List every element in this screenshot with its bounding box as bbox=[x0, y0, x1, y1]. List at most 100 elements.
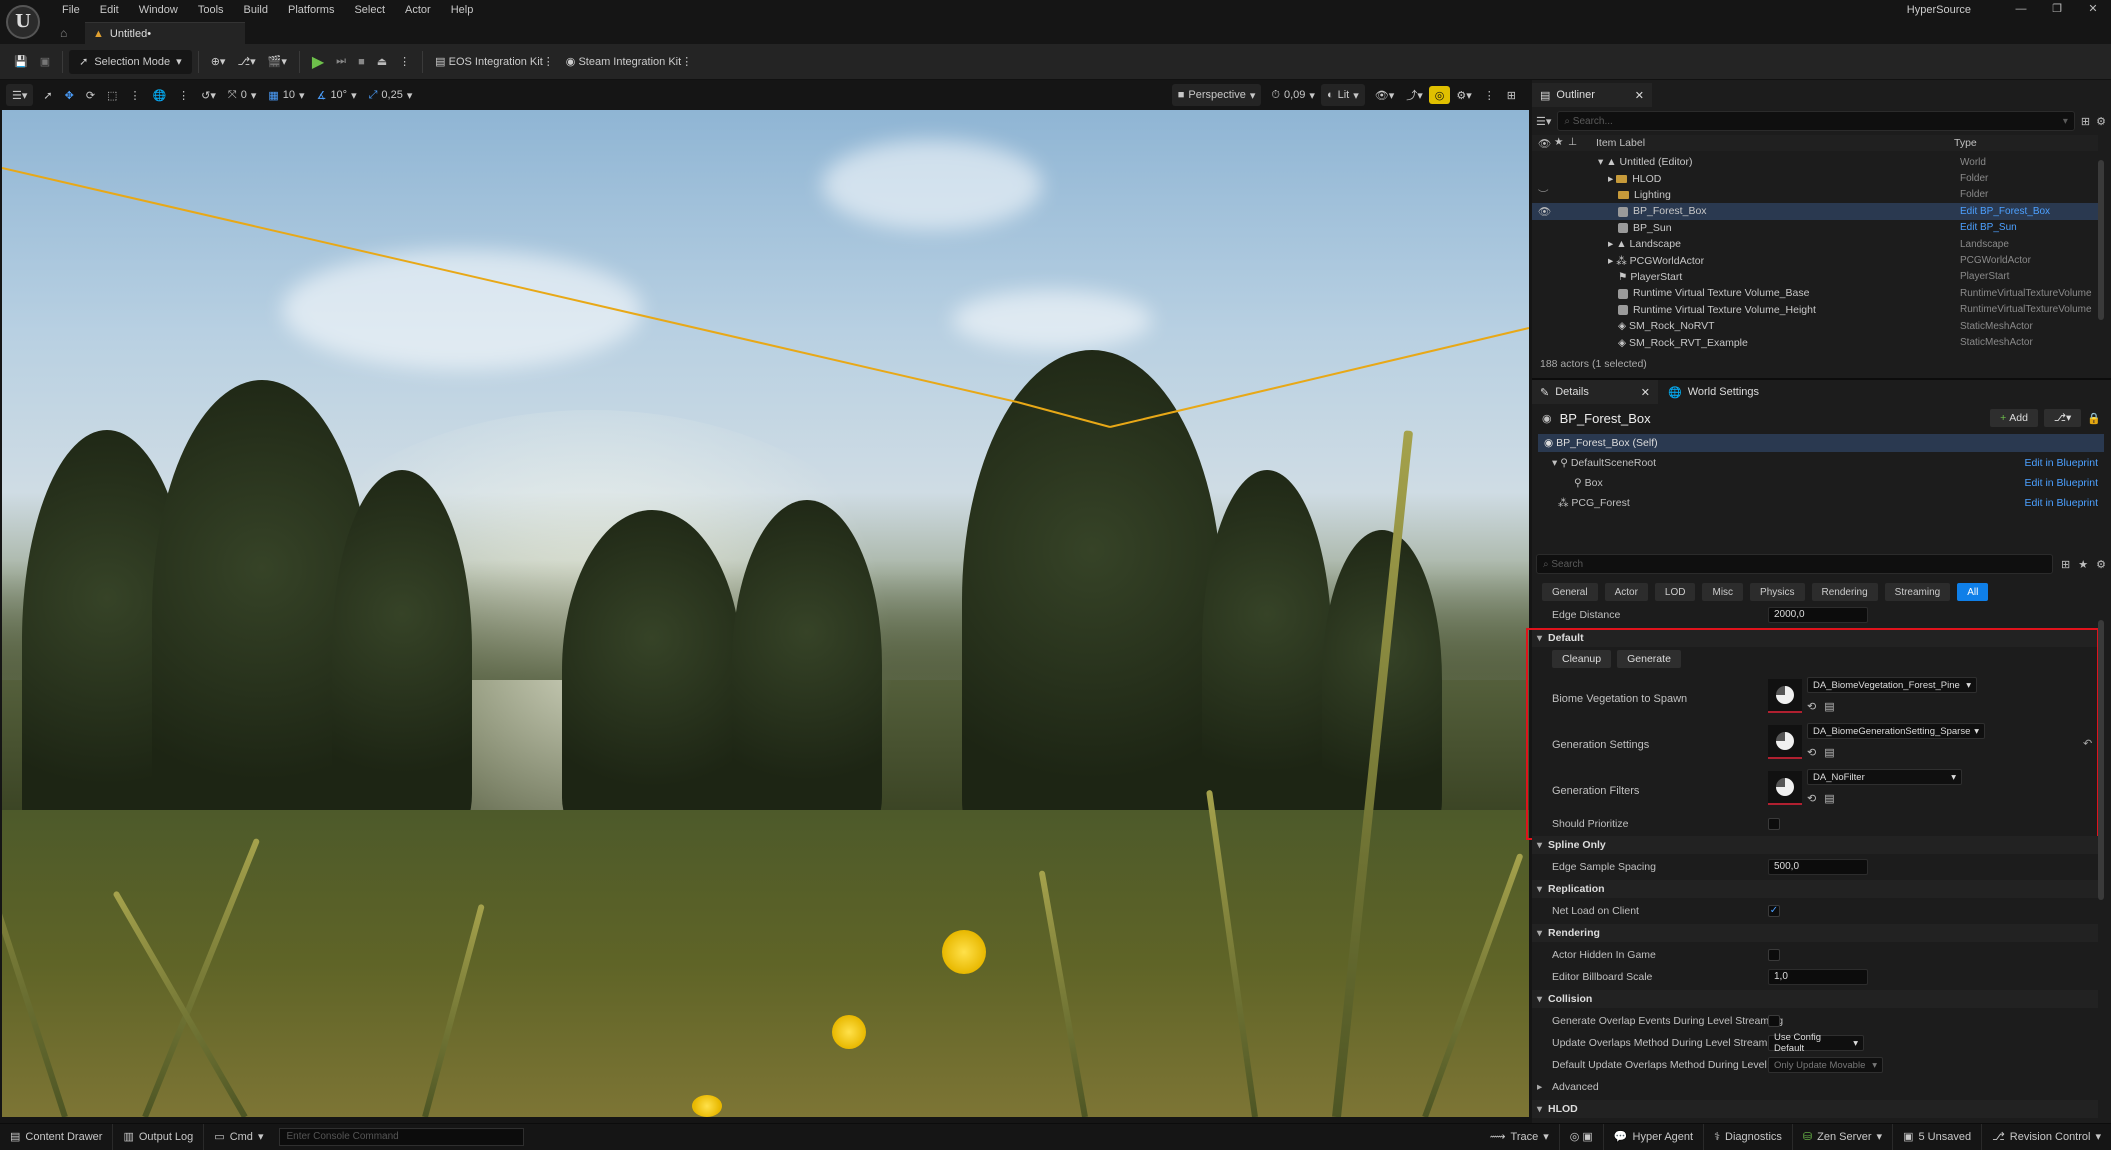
console-input[interactable]: Enter Console Command bbox=[279, 1127, 525, 1146]
rotate-tool-icon[interactable]: ⟳ bbox=[80, 84, 101, 106]
play-icon[interactable]: ▶ bbox=[306, 50, 330, 74]
tree-row[interactable]: BP_Sun Edit BP_Sun bbox=[1532, 220, 2098, 236]
zen-server-button[interactable]: ⛁ Zen Server ▾ bbox=[1793, 1123, 1894, 1150]
menu-select[interactable]: Select bbox=[344, 3, 395, 17]
viewport-options-icon[interactable]: ☰▾ bbox=[6, 84, 34, 106]
save-all-icon[interactable]: ▣ bbox=[34, 50, 56, 74]
world-space-icon[interactable]: 🌐 bbox=[146, 84, 172, 106]
more-icon[interactable]: ⋮ bbox=[123, 84, 146, 106]
menu-build[interactable]: Build bbox=[234, 3, 278, 17]
snap-rotate-button[interactable]: ⤧ 0 ▾ bbox=[222, 84, 262, 106]
tree-row[interactable]: Runtime Virtual Texture Volume_Height Run… bbox=[1532, 302, 2098, 318]
scale-snap-button[interactable]: ⤢ 0,25 ▾ bbox=[363, 84, 419, 106]
tree-row[interactable]: ▾ ▲ Untitled (Editor) World bbox=[1532, 154, 2098, 170]
edge-distance-input[interactable]: 2000,0 bbox=[1768, 607, 1868, 623]
filter-general[interactable]: General bbox=[1542, 583, 1598, 601]
edit-in-blueprint-link[interactable]: Edit in Blueprint bbox=[2024, 497, 2098, 509]
section-hlod[interactable]: HLOD bbox=[1532, 1100, 2098, 1118]
unreal-logo-icon[interactable]: U bbox=[6, 5, 40, 39]
stats-icon[interactable]: ◎ bbox=[1428, 86, 1451, 104]
item-label-header[interactable]: Item Label bbox=[1596, 137, 1645, 149]
level-viewport[interactable] bbox=[2, 110, 1529, 1117]
revision-control-button[interactable]: ⎇ Revision Control ▾ bbox=[1982, 1124, 2111, 1150]
filter-lod[interactable]: LOD bbox=[1654, 583, 1696, 601]
edit-in-blueprint-link[interactable]: Edit in Blueprint bbox=[2024, 457, 2098, 469]
diagnostics-button[interactable]: ⚕ Diagnostics bbox=[1704, 1123, 1793, 1150]
filter-misc[interactable]: Misc bbox=[1702, 583, 1744, 601]
fov-button[interactable]: ⏱ 0,09 ▾ bbox=[1265, 84, 1321, 106]
billboard-scale-input[interactable]: 1,0 bbox=[1768, 969, 1868, 985]
menu-file[interactable]: File bbox=[52, 3, 90, 17]
tree-row[interactable]: ⚑ PlayerStart PlayerStart bbox=[1532, 269, 2098, 285]
blueprint-icon[interactable]: ⎇▾ bbox=[231, 50, 261, 74]
tree-row[interactable]: ▸ ⁂ PCGWorldActor PCGWorldActor bbox=[1532, 252, 2098, 268]
section-replication[interactable]: Replication bbox=[1532, 880, 2098, 898]
actor-hidden-checkbox[interactable] bbox=[1768, 949, 1780, 961]
filter-streaming[interactable]: Streaming bbox=[1884, 583, 1951, 601]
add-actor-icon[interactable]: ⊕▾ bbox=[205, 50, 232, 74]
generate-overlap-checkbox[interactable] bbox=[1768, 1015, 1780, 1027]
surface-snap-icon[interactable]: ↺▾ bbox=[195, 84, 222, 106]
trace-button[interactable]: ⟿ Trace ▾ bbox=[1480, 1123, 1560, 1150]
eye-closed-icon[interactable]: ︶ bbox=[1538, 187, 1549, 202]
menu-window[interactable]: Window bbox=[129, 3, 188, 17]
filter-all[interactable]: All bbox=[1957, 583, 1989, 601]
tree-row[interactable]: ◈ SM_Rock_RVT_Example StaticMeshActor bbox=[1532, 334, 2098, 350]
home-icon[interactable]: ⌂ bbox=[60, 26, 67, 40]
type-header[interactable]: Type bbox=[1954, 137, 1977, 149]
section-rendering[interactable]: Rendering bbox=[1532, 924, 2098, 942]
add-folder-icon[interactable]: ⊞ bbox=[2081, 115, 2090, 128]
menu-help[interactable]: Help bbox=[441, 3, 484, 17]
edge-sample-spacing-input[interactable]: 500,0 bbox=[1768, 859, 1868, 875]
step-icon[interactable]: ⏭ bbox=[330, 50, 352, 74]
world-settings-tab[interactable]: 🌐 World Settings bbox=[1660, 380, 1767, 404]
blueprint-options-button[interactable]: ⎇▾ bbox=[2043, 409, 2082, 427]
component-self[interactable]: ◉ BP_Forest_Box (Self) bbox=[1538, 434, 2104, 452]
component-row[interactable]: ▾ ⚲ DefaultSceneRoot Edit in Blueprint bbox=[1538, 454, 2104, 472]
outliner-tab[interactable]: ▤ Outliner ✕ bbox=[1532, 83, 1652, 107]
level-tab[interactable]: ▲ Untitled• bbox=[85, 22, 245, 44]
lit-button[interactable]: ◐ Lit ▾ bbox=[1320, 84, 1365, 106]
menu-actor[interactable]: Actor bbox=[395, 3, 441, 17]
details-scrollbar[interactable] bbox=[2098, 620, 2104, 900]
translate-tool-icon[interactable]: ✥ bbox=[59, 84, 80, 106]
steam-integration-kit-button[interactable]: ◉ Steam Integration Kit ⋮ bbox=[560, 50, 698, 74]
update-overlaps-dropdown[interactable]: Use Config Default ▾ bbox=[1768, 1032, 1864, 1054]
layout-icon[interactable]: ⊞ bbox=[1501, 84, 1522, 106]
content-drawer-button[interactable]: ▤ Content Drawer bbox=[0, 1123, 114, 1150]
menu-tools[interactable]: Tools bbox=[188, 3, 234, 17]
realtime-icon[interactable]: ⤴▾ bbox=[1400, 84, 1429, 106]
tree-row[interactable]: ︶ Lighting Folder bbox=[1532, 187, 2098, 203]
filter-icon[interactable]: ☰▾ bbox=[1536, 115, 1551, 128]
angle-snap-button[interactable]: ∡ 10° ▾ bbox=[311, 84, 363, 106]
close-window-icon[interactable]: ✕ bbox=[2075, 0, 2111, 18]
output-log-button[interactable]: ▥ Output Log bbox=[113, 1123, 205, 1150]
eject-icon[interactable]: ⏏ bbox=[371, 50, 393, 74]
edit-blueprint-link[interactable]: Edit BP_Forest_Box bbox=[1960, 206, 2050, 217]
menu-platforms[interactable]: Platforms bbox=[278, 3, 344, 17]
perspective-button[interactable]: ■ Perspective ▾ bbox=[1171, 84, 1262, 106]
table-view-icon[interactable]: ⊞ bbox=[2061, 558, 2070, 571]
hyper-agent-button[interactable]: 💬 Hyper Agent bbox=[1604, 1123, 1705, 1150]
select-tool-icon[interactable]: ➚ bbox=[37, 84, 58, 106]
settings-icon[interactable]: ⚙ bbox=[2096, 558, 2106, 571]
tree-row[interactable]: Runtime Virtual Texture Volume_Base Runti… bbox=[1532, 285, 2098, 301]
menu-edit[interactable]: Edit bbox=[90, 3, 129, 17]
outliner-scrollbar[interactable] bbox=[2098, 160, 2104, 320]
stop-icon[interactable]: ■ bbox=[352, 50, 371, 74]
favorites-icon[interactable]: ★ bbox=[2078, 558, 2088, 571]
section-spline-only[interactable]: Spline Only bbox=[1532, 836, 2098, 854]
component-row[interactable]: ⚲ Box Edit in Blueprint bbox=[1538, 474, 2104, 492]
edit-in-blueprint-link[interactable]: Edit in Blueprint bbox=[2024, 477, 2098, 489]
maximize-icon[interactable]: ❐ bbox=[2039, 0, 2075, 18]
settings-icon[interactable]: ⚙▾ bbox=[1450, 84, 1477, 106]
details-tab[interactable]: ✎ Details ✕ bbox=[1532, 380, 1658, 404]
filter-physics[interactable]: Physics bbox=[1750, 583, 1805, 601]
more-icon[interactable]: ⋮ bbox=[1478, 84, 1501, 106]
settings-icon[interactable]: ⚙ bbox=[2096, 115, 2106, 128]
lock-icon[interactable]: 🔒 bbox=[2087, 412, 2101, 425]
derived-data-icon[interactable]: ◎ ▣ bbox=[1560, 1123, 1604, 1150]
outliner-search-input[interactable]: ⌕ Search... ▾ bbox=[1557, 111, 2075, 131]
more-icon[interactable]: ⋮ bbox=[393, 50, 416, 74]
tree-row[interactable]: ▸ HLOD Folder bbox=[1532, 170, 2098, 186]
